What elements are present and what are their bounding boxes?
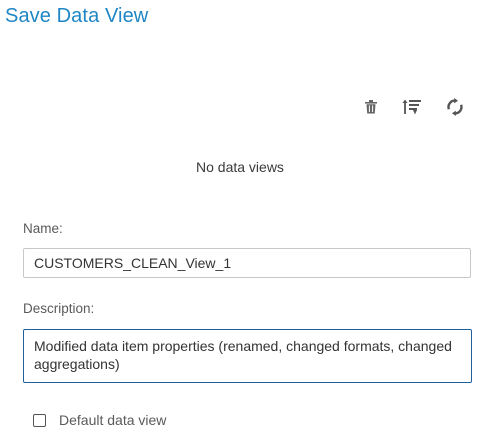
default-data-view-checkbox[interactable] xyxy=(33,413,46,427)
refresh-button[interactable] xyxy=(443,96,467,118)
default-data-view-option[interactable]: Default data view xyxy=(33,410,166,430)
empty-views-message: No data views xyxy=(196,159,284,175)
refresh-icon xyxy=(447,98,463,116)
dialog-title: Save Data View xyxy=(5,5,149,27)
delete-button[interactable] xyxy=(360,96,382,118)
sort-icon xyxy=(402,99,421,115)
default-data-view-label: Default data view xyxy=(59,412,167,428)
name-input[interactable] xyxy=(23,248,471,278)
description-input[interactable]: Modified data item properties (renamed, … xyxy=(23,329,472,383)
trash-icon xyxy=(365,100,377,114)
description-label: Description: xyxy=(23,301,95,316)
sort-button[interactable] xyxy=(400,96,424,118)
data-view-toolbar xyxy=(356,96,468,118)
name-label: Name: xyxy=(23,221,63,236)
